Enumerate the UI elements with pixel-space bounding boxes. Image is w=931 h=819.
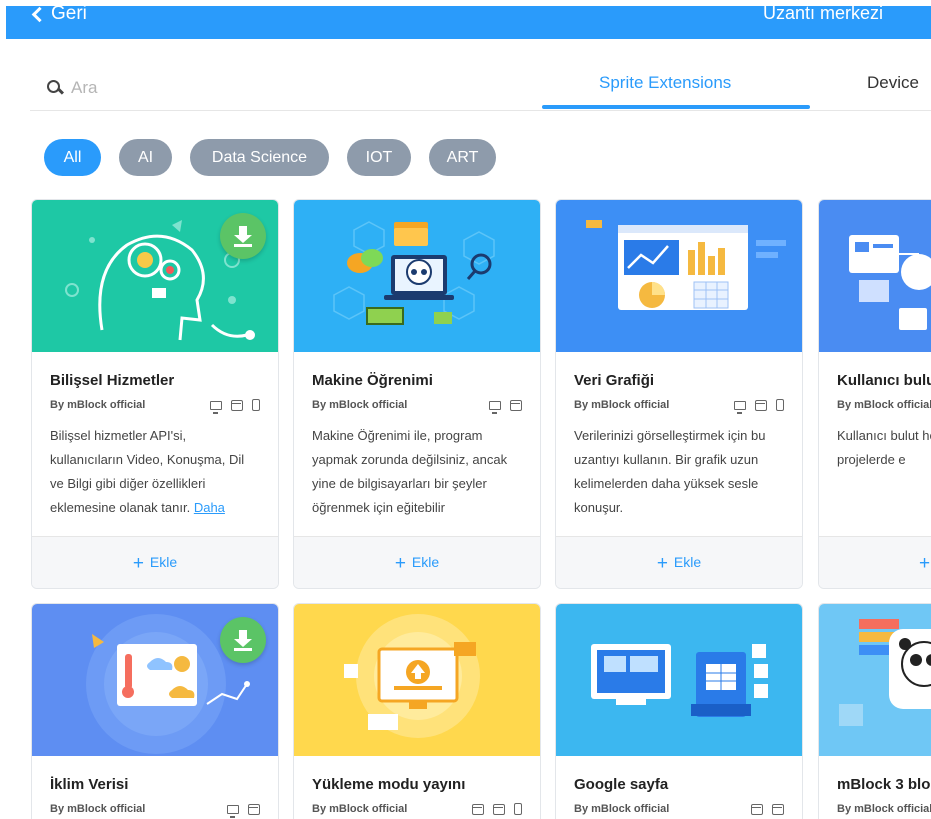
extension-card[interactable]: mBlock 3 blo By mBlock official [818, 603, 931, 819]
card-title: Kullanıcı bulut [837, 372, 931, 389]
desktop-icon [210, 400, 222, 414]
card-author: By mBlock official [837, 399, 931, 411]
card-author: By mBlock official [50, 803, 146, 815]
web-icon [755, 399, 767, 411]
card-description: Kullanıcı bulut hesabınızdaki ve projele… [837, 428, 931, 467]
desktop-icon [734, 400, 746, 414]
mobile-icon [514, 803, 522, 815]
extension-card[interactable]: Makine Öğrenimi By mBlock official Makin… [293, 199, 541, 589]
card-banner [819, 200, 931, 352]
download-button[interactable] [220, 617, 266, 663]
card-banner [32, 200, 278, 352]
filter-iot[interactable]: IOT [347, 139, 411, 176]
cloud-illustration [849, 235, 931, 330]
download-icon [234, 630, 252, 647]
extension-card[interactable]: Bilişsel Hizmetler By mBlock official Bi… [31, 199, 279, 589]
mobile-icon [252, 399, 260, 411]
web-icon [231, 399, 243, 411]
card-title: mBlock 3 blo [837, 776, 931, 793]
download-icon [234, 226, 252, 243]
card-description: Makine Öğrenimi ile, program yapmak zoru… [312, 428, 508, 515]
add-label: Ekle [149, 554, 178, 570]
web-icon [472, 803, 484, 815]
card-title: İklim Verisi [50, 776, 129, 793]
card-author: By mBlock official [574, 803, 670, 815]
browser-icon [772, 803, 784, 815]
data-chart-illustration [586, 220, 786, 310]
card-banner [294, 200, 540, 352]
card-banner [294, 604, 540, 756]
download-button[interactable] [220, 213, 266, 259]
card-description: Bilişsel hizmetler API'si, kullanıcıları… [50, 424, 260, 520]
extension-card[interactable]: Yükleme modu yayını By mBlock official [293, 603, 541, 819]
web-icon [751, 803, 763, 815]
extension-card[interactable]: Veri Grafiği By mBlock official Verileri… [555, 199, 803, 589]
desktop-icon [227, 804, 239, 818]
upload-broadcast-illustration [344, 614, 480, 738]
add-button[interactable]: + Ekle [556, 536, 802, 588]
active-tab-indicator [542, 105, 810, 109]
extension-card[interactable]: İklim Verisi By mBlock official [31, 603, 279, 819]
back-label: Geri [51, 6, 87, 24]
card-author: By mBlock official [50, 399, 146, 411]
filter-ai[interactable]: AI [119, 139, 172, 176]
extension-card[interactable]: Google sayfa By mBlock official [555, 603, 803, 819]
browser-icon [493, 803, 505, 815]
tab-device[interactable]: Device [867, 73, 919, 93]
page-title: Uzantı merkezi [762, 6, 883, 23]
search-input[interactable] [71, 78, 191, 98]
tabs-divider [30, 110, 931, 111]
extension-center: Geri Uzantı merkezi Sprite Extensions De… [0, 0, 931, 819]
card-banner [32, 604, 278, 756]
card-title: Yükleme modu yayını [312, 776, 466, 793]
mobile-icon [776, 399, 784, 411]
search-box [47, 78, 191, 98]
panda-blocks-illustration [839, 619, 931, 726]
add-button[interactable]: + Ekle [294, 536, 540, 588]
card-banner [819, 604, 931, 756]
google-sheets-illustration [591, 644, 768, 717]
plus-icon: + [132, 553, 144, 574]
add-label: Ekle [673, 554, 702, 570]
extension-card[interactable]: Kullanıcı bulut By mBlock official Kulla… [818, 199, 931, 589]
filter-art[interactable]: ART [429, 139, 496, 176]
card-title: Veri Grafiği [574, 372, 655, 389]
web-icon [248, 803, 260, 815]
filter-all[interactable]: All [44, 139, 101, 176]
filter-data-science[interactable]: Data Science [190, 139, 329, 176]
search-icon [47, 80, 65, 96]
card-banner [556, 604, 802, 756]
card-title: Makine Öğrenimi [312, 372, 433, 389]
machine-learning-illustration [333, 221, 495, 325]
card-banner [556, 200, 802, 352]
card-title: Bilişsel Hizmetler [50, 372, 175, 389]
tab-sprite-extensions[interactable]: Sprite Extensions [599, 73, 731, 93]
plus-icon: + [656, 553, 668, 574]
web-icon [510, 399, 522, 411]
add-label: Ekle [411, 554, 440, 570]
more-link[interactable]: Daha [194, 500, 225, 515]
card-title: Google sayfa [574, 776, 669, 793]
card-author: By mBlock official [837, 803, 931, 815]
plus-icon: + [919, 553, 931, 574]
card-author: By mBlock official [312, 803, 408, 815]
card-author: By mBlock official [574, 399, 670, 411]
plus-icon: + [394, 553, 406, 574]
desktop-icon [489, 400, 501, 414]
add-button[interactable]: + Ekle [32, 536, 278, 588]
back-button[interactable]: Geri [31, 6, 87, 25]
card-author: By mBlock official [312, 399, 408, 411]
card-description: Verilerinizi görselleştirmek için bu uza… [574, 428, 766, 515]
add-button[interactable]: + [819, 536, 931, 588]
chevron-left-icon [31, 6, 48, 23]
header-bar: Geri Uzantı merkezi [6, 6, 931, 39]
